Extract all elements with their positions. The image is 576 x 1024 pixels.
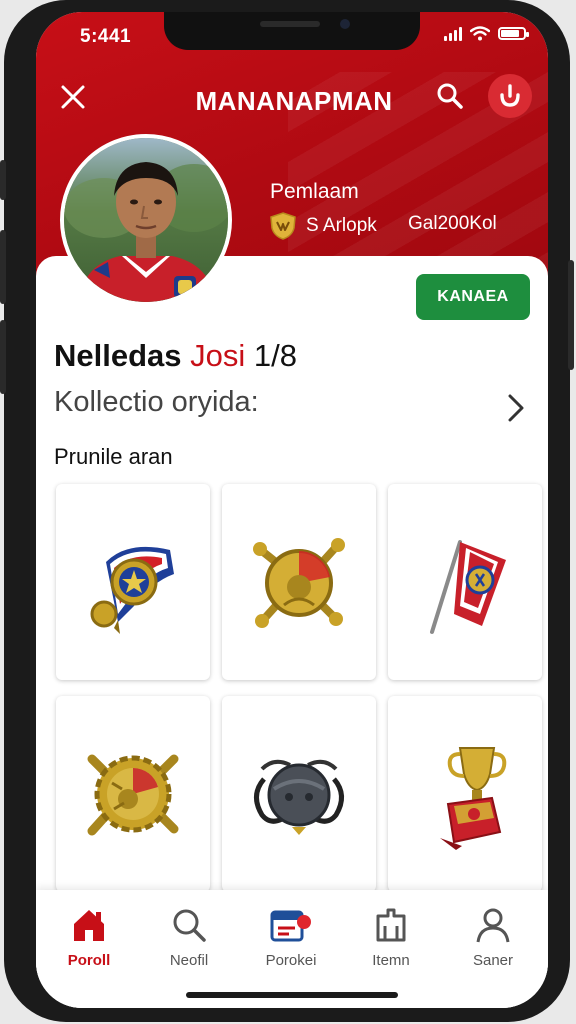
nav-label-card: Porokei — [265, 952, 317, 969]
green-action-button[interactable]: KANAEA — [416, 274, 530, 320]
gold-emblem-item[interactable] — [222, 484, 376, 680]
battery-icon — [498, 27, 529, 40]
home-indicator[interactable] — [186, 992, 398, 998]
user-badge-icon[interactable] — [488, 74, 532, 118]
profile-rank-row: S Arlopk — [270, 212, 377, 240]
avatar[interactable] — [60, 134, 232, 306]
collection-title: Nelledas Josi 1/8 — [54, 338, 297, 374]
mute-switch — [0, 160, 6, 200]
nav-item-items[interactable]: Itemn — [346, 906, 436, 969]
chevron-right-icon[interactable] — [504, 390, 528, 426]
gear-medallion-icon — [87, 754, 179, 836]
pennant-flag-icon — [430, 540, 506, 634]
pennant-flag-item[interactable] — [388, 484, 542, 680]
close-icon[interactable] — [54, 78, 92, 116]
home-icon — [74, 910, 104, 941]
search-icon[interactable] — [430, 76, 470, 116]
nav-item-profile[interactable]: Saner — [448, 906, 538, 969]
wifi-icon — [470, 26, 490, 41]
profile-name: Pemlaam — [270, 180, 359, 203]
speaker — [260, 21, 320, 27]
shield-badge-icon — [270, 212, 296, 240]
card-icon — [270, 910, 311, 942]
collection-title-accent: Josi — [190, 338, 246, 373]
profile-rank: S Arlopk — [306, 215, 377, 236]
nav-label-search: Neofil — [169, 952, 209, 969]
player-photo — [64, 138, 228, 302]
phone-frame: 5:441 MANANAPMAN Pemlaam S Arlopk Gal200… — [0, 0, 574, 1022]
nav-label-items: Itemn — [372, 952, 410, 969]
search-icon — [173, 909, 206, 942]
trophy-item[interactable] — [388, 696, 542, 892]
trophy-icon — [440, 747, 507, 850]
person-icon — [476, 908, 510, 943]
page-title: MANANAPMAN — [195, 86, 393, 116]
volume-down-button — [0, 320, 6, 394]
profile-section-label: Prunile aran — [54, 444, 173, 469]
bag-icon — [376, 908, 406, 942]
ribbon-medal-item[interactable] — [56, 484, 210, 680]
notch — [164, 12, 420, 50]
helmet-icon — [254, 759, 344, 835]
power-button — [568, 260, 574, 370]
status-icons — [444, 26, 529, 41]
nav-item-card[interactable]: Porokei — [246, 906, 336, 969]
collection-count: 1/8 — [253, 338, 298, 373]
nav-item-home[interactable]: Poroll — [44, 906, 134, 969]
helmet-item[interactable] — [222, 696, 376, 892]
collection-title-main: Nelledas — [54, 338, 182, 373]
collection-subtitle[interactable]: Kollectio oryida: — [54, 386, 259, 419]
profile-extra: Gal200Kol — [408, 213, 497, 234]
status-time: 5:441 — [80, 26, 132, 47]
volume-up-button — [0, 230, 6, 304]
gold-emblem-icon — [253, 538, 345, 628]
gear-medallion-item[interactable] — [56, 696, 210, 892]
nav-label-profile: Saner — [472, 952, 514, 969]
nav-label-home: Poroll — [67, 952, 111, 969]
ribbon-medal-icon — [90, 546, 174, 634]
bottom-nav: Poroll Neofil Porokei Itemn Saner — [36, 890, 548, 1008]
nav-item-search[interactable]: Neofil — [144, 906, 234, 969]
front-camera — [340, 19, 350, 29]
signal-icon — [444, 26, 462, 41]
app-screen: 5:441 MANANAPMAN Pemlaam S Arlopk Gal200… — [36, 12, 548, 1008]
